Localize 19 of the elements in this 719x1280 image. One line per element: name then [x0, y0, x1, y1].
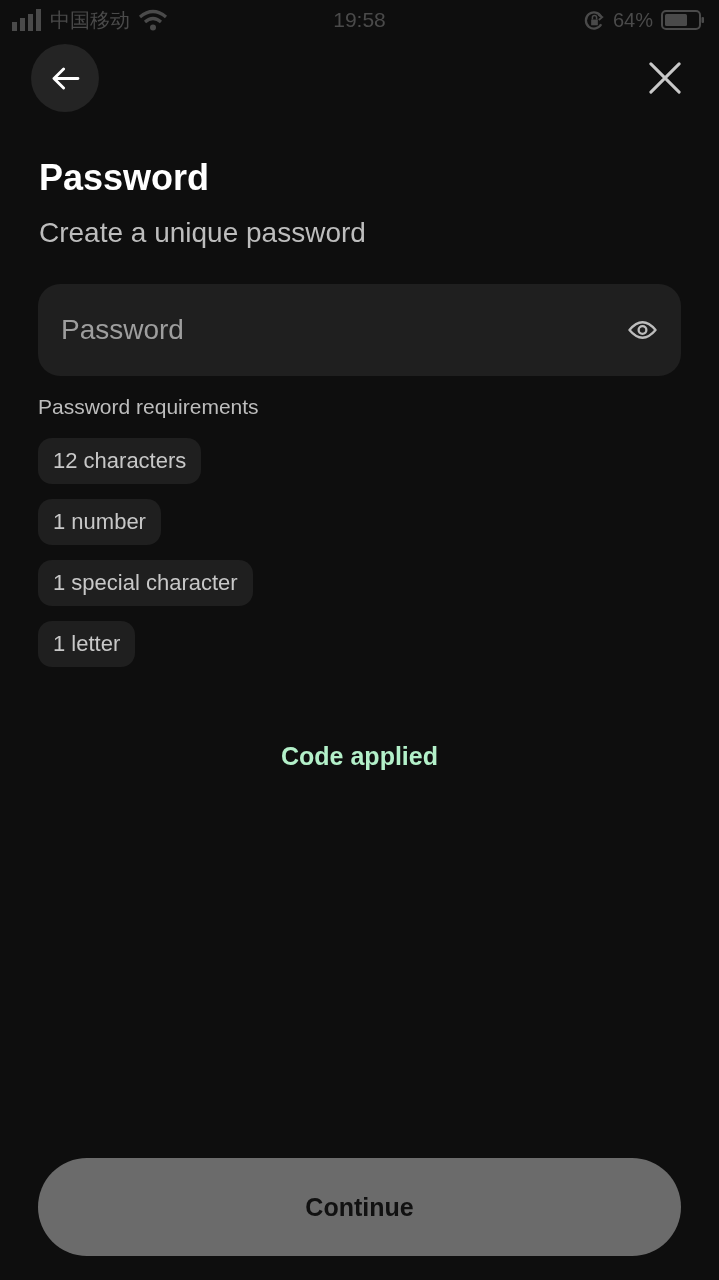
- requirements-label: Password requirements: [38, 394, 259, 420]
- back-arrow-icon: [50, 66, 80, 90]
- wifi-icon: [138, 9, 168, 31]
- battery-percent: 64%: [612, 8, 653, 32]
- clock-time: 19:58: [333, 8, 386, 32]
- password-field[interactable]: Password: [38, 284, 681, 376]
- close-icon[interactable]: [649, 62, 681, 94]
- signal-icon: [12, 9, 42, 31]
- promo-status: Code applied: [281, 741, 438, 772]
- carrier-name: 中国移动: [50, 7, 130, 33]
- requirement-tag: 1 letter: [38, 621, 136, 667]
- requirement-tag: 1 number: [38, 499, 161, 545]
- page-subtitle: Create a unique password: [39, 216, 366, 250]
- battery-icon: [661, 10, 705, 30]
- requirement-tag: 1 special character: [38, 560, 253, 606]
- page-title: Password: [39, 156, 210, 200]
- requirement-tag: 12 characters: [38, 438, 202, 484]
- rotation-lock-icon: [583, 9, 605, 31]
- eye-icon[interactable]: [628, 320, 657, 340]
